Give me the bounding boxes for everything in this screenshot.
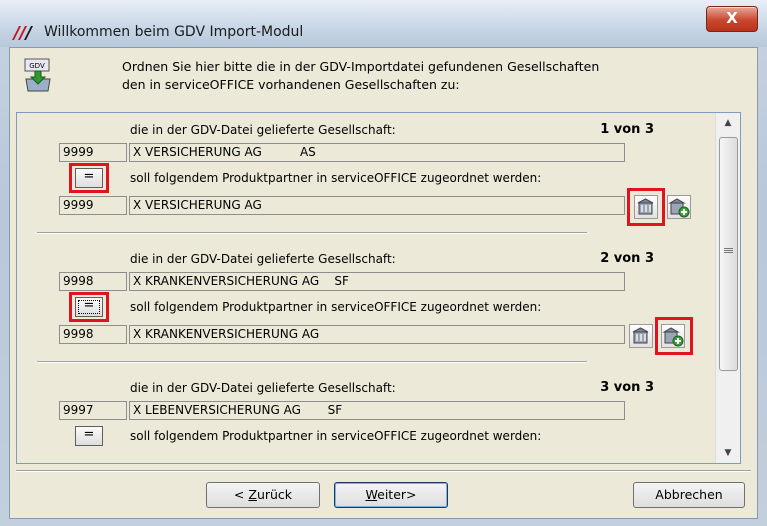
back-label-rest: urück <box>256 487 293 502</box>
mapping-list-content: die in der GDV-Datei gelieferte Gesellsc… <box>17 113 714 463</box>
footer-separator <box>16 470 751 472</box>
next-label-mnemonic: W <box>365 487 378 502</box>
assign-text: soll folgendem Produktpartner in service… <box>130 429 542 443</box>
source-name-field: X LEBENVERSICHERUNG AG SF <box>129 401 625 420</box>
gdv-import-icon: GDV <box>24 58 51 92</box>
next-label-rest: eiter> <box>377 487 417 502</box>
source-name-field: X KRANKENVERSICHERUNG AG SF <box>129 272 625 291</box>
cancel-button[interactable]: Abbrechen <box>633 482 745 508</box>
select-partner-button[interactable] <box>629 324 653 348</box>
grip-icon <box>724 248 733 253</box>
mapping-group-2: die in der GDV-Datei gelieferte Gesellsc… <box>17 242 714 367</box>
target-name-field[interactable]: X VERSICHERUNG AG <box>129 196 625 215</box>
close-icon: X <box>726 9 738 27</box>
instructions-line-2: den in serviceOFFICE vorhandenen Gesells… <box>122 77 460 92</box>
scroll-thumb[interactable] <box>719 137 738 371</box>
highlight-box <box>655 317 693 355</box>
target-name-field[interactable]: X KRANKENVERSICHERUNG AG <box>129 325 625 344</box>
mapping-list[interactable]: die in der GDV-Datei gelieferte Gesellsc… <box>16 112 741 464</box>
group-counter: 2 von 3 <box>600 251 654 266</box>
instructions-line-1: Ordnen Sie hier bitte die in der GDV-Imp… <box>122 59 600 74</box>
source-heading: die in der GDV-Datei gelieferte Gesellsc… <box>130 381 396 395</box>
building-add-icon <box>668 198 690 218</box>
source-code-field: 9999 <box>59 143 127 162</box>
vertical-scrollbar[interactable]: ▲ ▼ <box>715 113 740 463</box>
app-logo-icon <box>12 26 33 40</box>
source-heading: die in der GDV-Datei gelieferte Gesellsc… <box>130 123 396 137</box>
scroll-down-icon[interactable]: ▼ <box>718 443 738 463</box>
target-code-field[interactable]: 9999 <box>59 196 127 215</box>
dialog-window: Willkommen beim GDV Import-Modul X GDV O… <box>0 0 767 526</box>
next-button[interactable]: Weiter> <box>334 482 448 508</box>
highlight-box <box>69 163 109 193</box>
add-partner-button[interactable] <box>667 195 691 219</box>
close-button[interactable]: X <box>706 6 758 32</box>
source-heading: die in der GDV-Datei gelieferte Gesellsc… <box>130 252 396 266</box>
svg-text:GDV: GDV <box>29 62 45 70</box>
source-code-field: 9997 <box>59 401 127 420</box>
building-icon <box>632 327 649 344</box>
back-label-mnemonic: Z <box>248 487 257 502</box>
assign-text: soll folgendem Produktpartner in service… <box>130 300 542 314</box>
group-counter: 3 von 3 <box>600 380 654 395</box>
group-separator <box>37 361 587 363</box>
group-separator <box>37 232 587 234</box>
title-bar[interactable]: Willkommen beim GDV Import-Modul X <box>0 0 767 47</box>
source-name-field: X VERSICHERUNG AG AS <box>129 143 625 162</box>
scroll-up-icon[interactable]: ▲ <box>718 113 738 133</box>
mapping-group-3: die in der GDV-Datei gelieferte Gesellsc… <box>17 371 714 463</box>
dialog-client-area: GDV Ordnen Sie hier bitte die in der GDV… <box>9 47 758 519</box>
highlight-box <box>69 292 109 322</box>
equal-label: = <box>83 427 95 442</box>
highlight-box <box>627 188 665 226</box>
target-code-field[interactable]: 9998 <box>59 325 127 344</box>
window-title: Willkommen beim GDV Import-Modul <box>44 24 304 40</box>
source-code-field: 9998 <box>59 272 127 291</box>
header-instructions: Ordnen Sie hier bitte die in der GDV-Imp… <box>122 58 599 94</box>
group-counter: 1 von 3 <box>600 122 654 137</box>
assign-text: soll folgendem Produktpartner in service… <box>130 171 542 185</box>
back-button[interactable]: < Zurück <box>206 482 320 508</box>
equal-button[interactable]: = <box>75 426 103 446</box>
mapping-group-1: die in der GDV-Datei gelieferte Gesellsc… <box>17 113 714 238</box>
back-label-prefix: < <box>233 487 249 502</box>
